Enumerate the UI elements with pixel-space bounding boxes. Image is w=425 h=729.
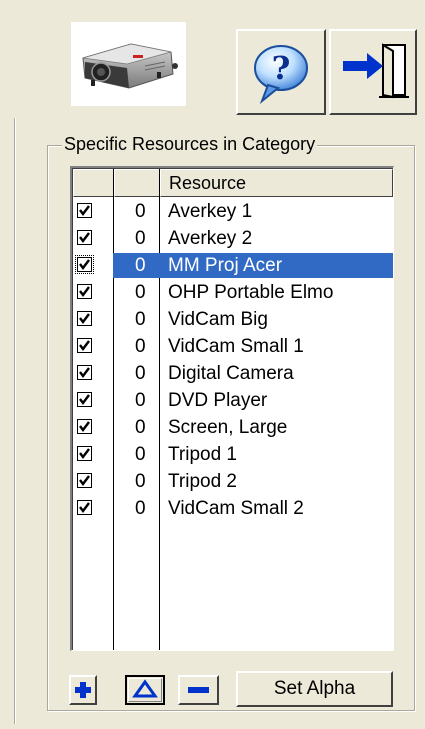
checkmark-icon [79, 421, 90, 432]
row-resource-name: Digital Camera [168, 363, 294, 384]
row-count: 0 [135, 417, 146, 438]
row-checkbox[interactable] [77, 230, 92, 245]
list-item[interactable]: 0 OHP Portable Elmo [73, 279, 393, 306]
row-resource-name: Tripod 2 [168, 471, 237, 492]
row-resource-name: DVD Player [168, 390, 268, 411]
resource-list-body: Resource 0 Averkey 1 0 Averkey 2 0 MM Proj Ac… [72, 168, 393, 650]
svg-text:?: ? [272, 49, 291, 87]
list-item[interactable]: 0 VidCam Big [73, 306, 393, 333]
row-resource-name: VidCam Small 2 [168, 498, 304, 519]
row-count: 0 [135, 336, 146, 357]
row-checkbox[interactable] [77, 500, 92, 515]
plus-icon [75, 682, 91, 698]
row-count: 0 [135, 228, 146, 249]
column-header-count[interactable] [114, 169, 160, 197]
list-item[interactable]: 0 Screen, Large [73, 414, 393, 441]
group-title: Specific Resources in Category [62, 134, 318, 155]
row-count: 0 [135, 309, 146, 330]
row-resource-name: MM Proj Acer [168, 255, 283, 276]
list-item[interactable]: 0 VidCam Small 1 [73, 333, 393, 360]
list-item[interactable]: 0 Tripod 2 [73, 468, 393, 495]
row-resource-name: Screen, Large [168, 417, 288, 438]
row-resource-name: Averkey 1 [168, 201, 253, 222]
checkmark-icon [79, 313, 90, 324]
help-button[interactable]: ? [236, 29, 326, 115]
list-item[interactable]: 0 DVD Player [73, 387, 393, 414]
row-count: 0 [135, 390, 146, 411]
exit-door-icon [343, 43, 409, 99]
row-count: 0 [135, 498, 146, 519]
row-checkbox[interactable] [77, 392, 92, 407]
row-checkbox[interactable] [77, 419, 92, 434]
row-checkbox[interactable] [77, 473, 92, 488]
row-checkbox[interactable] [77, 284, 92, 299]
list-item[interactable]: 0 Digital Camera [73, 360, 393, 387]
row-checkbox[interactable] [77, 203, 92, 218]
row-count: 0 [135, 471, 146, 492]
checkmark-icon [79, 448, 90, 459]
row-count: 0 [135, 201, 146, 222]
row-checkbox[interactable] [77, 311, 92, 326]
list-item[interactable]: 0 MM Proj Acer [73, 252, 393, 279]
checkmark-icon [79, 475, 90, 486]
row-resource-name: VidCam Small 1 [168, 336, 304, 357]
move-up-button[interactable] [125, 675, 165, 705]
checkmark-icon [79, 502, 90, 513]
checkmark-icon [79, 259, 90, 270]
row-checkbox[interactable] [77, 365, 92, 380]
checkmark-icon [79, 394, 90, 405]
column-header-check[interactable] [73, 169, 114, 197]
checkmark-icon [79, 340, 90, 351]
exit-button[interactable] [329, 29, 417, 115]
row-count: 0 [135, 282, 146, 303]
resource-list[interactable]: Resource 0 Averkey 1 0 Averkey 2 0 MM Proj Ac… [70, 166, 394, 651]
question-icon: ? [254, 45, 308, 105]
row-resource-name: OHP Portable Elmo [168, 282, 334, 303]
checkmark-icon [79, 232, 90, 243]
row-resource-name: Averkey 2 [168, 228, 253, 249]
add-resource-button[interactable] [69, 675, 97, 705]
minus-icon [188, 687, 209, 693]
list-item[interactable]: 0 Averkey 1 [73, 198, 393, 225]
left-panel-edge [0, 118, 16, 724]
row-checkbox[interactable] [77, 446, 92, 461]
set-alpha-button[interactable]: Set Alpha [236, 671, 393, 707]
list-item[interactable]: 0 VidCam Small 2 [73, 495, 393, 522]
remove-resource-button[interactable] [178, 675, 219, 705]
row-count: 0 [135, 444, 146, 465]
column-header-resource[interactable]: Resource [160, 169, 393, 197]
checkmark-icon [79, 286, 90, 297]
row-checkbox[interactable] [75, 255, 94, 274]
list-item[interactable]: 0 Tripod 1 [73, 441, 393, 468]
checkmark-icon [79, 205, 90, 216]
row-resource-name: VidCam Big [168, 309, 268, 330]
checkmark-icon [79, 367, 90, 378]
list-item[interactable]: 0 Averkey 2 [73, 225, 393, 252]
row-checkbox[interactable] [77, 338, 92, 353]
row-count: 0 [135, 255, 146, 276]
row-count: 0 [135, 363, 146, 384]
row-resource-name: Tripod 1 [168, 444, 237, 465]
projector-icon [82, 43, 178, 89]
triangle-up-icon [132, 679, 158, 698]
projector-image [71, 22, 186, 106]
